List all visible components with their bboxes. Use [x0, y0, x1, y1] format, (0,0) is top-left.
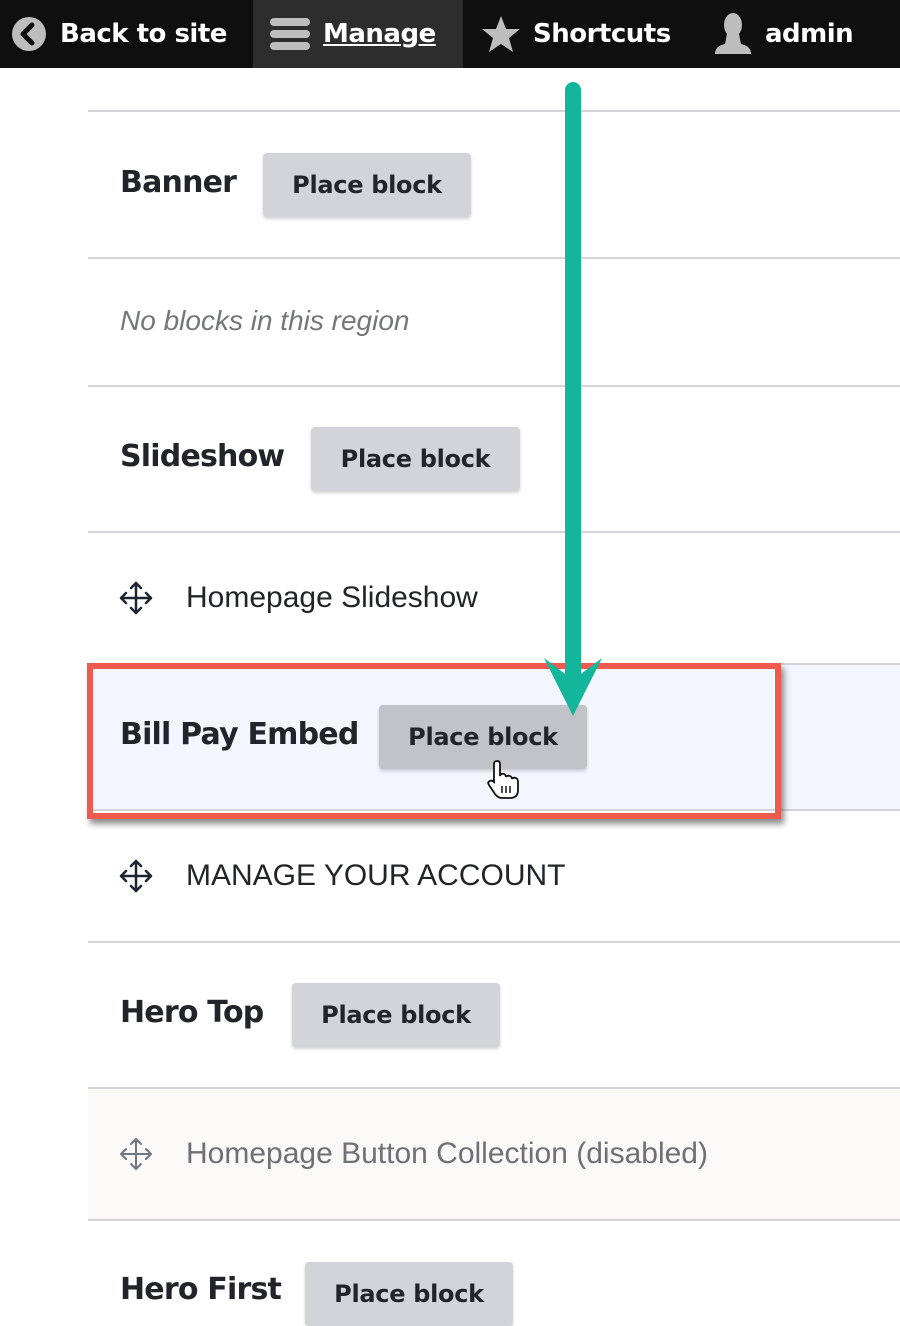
divider	[88, 1219, 900, 1221]
shortcuts-tab[interactable]: Shortcuts	[463, 0, 697, 68]
user-icon	[715, 13, 751, 54]
highlight-box-annotation	[87, 663, 781, 819]
block-row-homepage-slideshow[interactable]: Homepage Slideshow	[118, 580, 478, 616]
hamburger-menu-icon	[270, 18, 310, 50]
back-to-site-label: Back to site	[60, 19, 227, 49]
chevron-left-circle-icon	[12, 17, 46, 51]
manage-label: Manage	[323, 19, 436, 49]
divider	[88, 531, 900, 533]
manage-tab[interactable]: Manage	[253, 0, 463, 68]
block-label: Homepage Button Collection (disabled)	[186, 1137, 708, 1170]
block-row-homepage-button-collection[interactable]: Homepage Button Collection (disabled)	[118, 1136, 708, 1172]
block-label: Homepage Slideshow	[186, 581, 478, 614]
region-title-slideshow: Slideshow	[120, 439, 285, 474]
place-block-button-hero-top[interactable]: Place block	[292, 983, 500, 1047]
region-title-hero-first: Hero First	[120, 1272, 282, 1307]
user-tab[interactable]: admin	[697, 0, 854, 68]
divider	[88, 257, 900, 259]
place-block-button-banner[interactable]: Place block	[263, 153, 471, 217]
star-icon	[482, 16, 520, 52]
block-row-manage-your-account[interactable]: MANAGE YOUR ACCOUNT	[118, 858, 566, 894]
shortcuts-label: Shortcuts	[533, 19, 671, 49]
divider	[88, 110, 900, 112]
divider	[88, 941, 900, 943]
region-title-banner: Banner	[120, 165, 237, 200]
region-title-hero-top: Hero Top	[120, 995, 264, 1030]
user-label: admin	[765, 19, 854, 49]
empty-region-text: No blocks in this region	[120, 305, 410, 336]
block-label: MANAGE YOUR ACCOUNT	[186, 859, 566, 892]
divider	[88, 1087, 900, 1089]
place-block-button-slideshow[interactable]: Place block	[311, 427, 520, 491]
admin-toolbar: Back to site Manage Shortcuts admin	[0, 0, 900, 68]
arrow-down-annotation-icon	[544, 82, 602, 716]
hand-pointer-cursor-icon	[487, 760, 519, 799]
drag-handle-icon[interactable]	[118, 580, 154, 616]
place-block-button-hero-first[interactable]: Place block	[305, 1262, 513, 1326]
divider	[88, 385, 900, 387]
back-to-site-link[interactable]: Back to site	[0, 0, 253, 68]
drag-handle-icon[interactable]	[118, 858, 154, 894]
drag-handle-icon[interactable]	[118, 1136, 154, 1172]
